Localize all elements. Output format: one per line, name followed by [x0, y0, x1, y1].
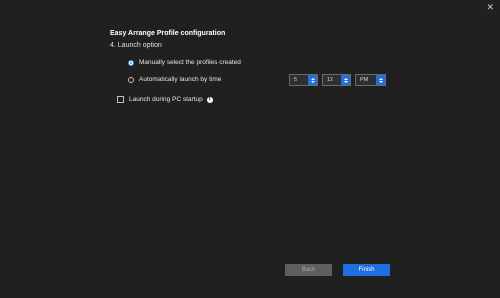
back-button[interactable]: Back — [285, 264, 332, 276]
hour-value: 5 — [294, 77, 298, 83]
dialog-window: ✕ Easy Arrange Profile configuration 4. … — [0, 0, 500, 298]
info-icon[interactable]: i — [206, 96, 213, 103]
close-icon[interactable]: ✕ — [486, 2, 494, 12]
chevron-down-icon[interactable] — [343, 80, 348, 83]
chevron-up-icon[interactable] — [378, 77, 383, 80]
startup-checkbox[interactable] — [117, 96, 124, 103]
radio-manual-label: Manually select the profiles created — [139, 59, 241, 66]
minute-value: 12 — [327, 77, 334, 83]
radio-manual-select[interactable]: Manually select the profiles created — [128, 59, 241, 66]
chevron-down-icon[interactable] — [378, 80, 383, 83]
step-title: 4. Launch option — [110, 42, 162, 49]
radio-auto-launch[interactable]: Automatically launch by time — [128, 76, 221, 83]
chevron-up-icon[interactable] — [310, 77, 315, 80]
period-value: PM — [360, 77, 369, 83]
radio-unchecked-icon[interactable] — [128, 76, 134, 83]
hour-stepper-arrows[interactable] — [308, 75, 317, 85]
chevron-up-icon[interactable] — [343, 77, 348, 80]
startup-label: Launch during PC startup — [129, 96, 203, 103]
startup-option[interactable]: Launch during PC startup i — [117, 96, 213, 103]
radio-checked-icon[interactable] — [128, 59, 134, 66]
finish-button[interactable]: Finish — [343, 264, 390, 276]
radio-auto-label: Automatically launch by time — [139, 76, 222, 83]
page-title: Easy Arrange Profile configuration — [110, 30, 226, 37]
minute-spinner[interactable]: 12 — [322, 74, 351, 86]
minute-stepper-arrows[interactable] — [341, 75, 350, 85]
period-stepper-arrows[interactable] — [376, 75, 385, 85]
period-spinner[interactable]: PM — [355, 74, 386, 86]
chevron-down-icon[interactable] — [310, 80, 315, 83]
hour-spinner[interactable]: 5 — [289, 74, 318, 86]
